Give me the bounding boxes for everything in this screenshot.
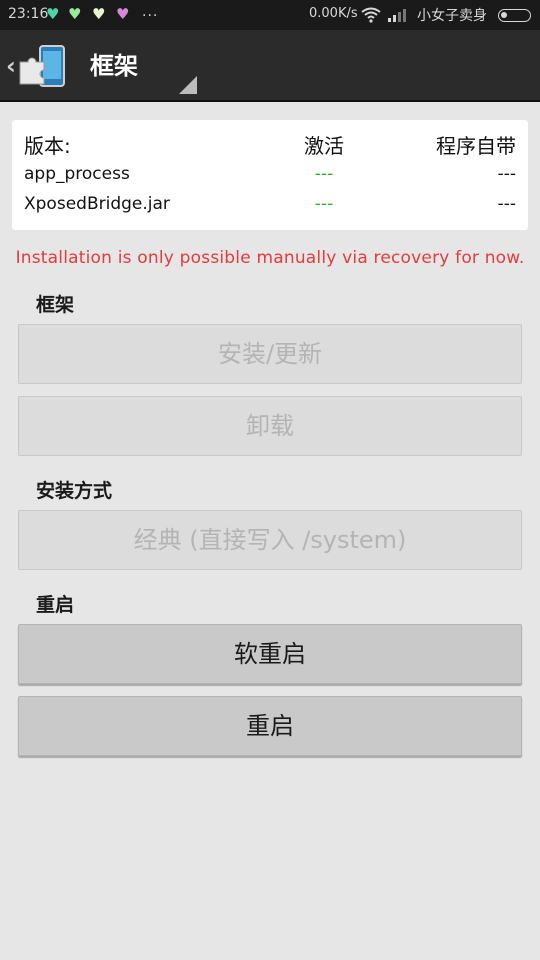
version-card: 版本: 激活 程序自带 app_process --- --- XposedBr… [12,120,528,230]
heart-icon: ♥ [92,5,106,23]
header-version: 版本: [24,134,71,158]
section-reboot-label: 重启 [36,594,75,616]
active-version: --- [314,164,334,184]
dropdown-indicator-icon[interactable] [179,76,197,94]
section-framework-label: 框架 [36,294,75,316]
battery-icon [498,9,531,22]
active-version: --- [314,194,334,214]
xposed-app-icon [18,44,68,88]
page-title: 框架 [90,52,138,80]
more-notifications: ... [142,4,159,20]
back-arrow-icon: ‹ [6,52,16,80]
heart-icon: ♥ [68,5,82,23]
header-active: 激活 [304,134,344,158]
table-row: XposedBridge.jar --- --- [24,194,516,222]
home-up-button[interactable]: ‹ [0,30,76,102]
header-bundled: 程序自带 [436,134,516,158]
status-bar: 23:16 ♥ ♥ ♥ ♥ ... 0.00K/s 小女子卖身 [0,0,540,30]
reboot-button[interactable]: 重启 [18,696,522,756]
uninstall-button[interactable]: 卸载 [18,396,522,456]
signal-icon [388,8,408,26]
component-name: app_process [24,164,130,184]
component-name: XposedBridge.jar [24,194,170,214]
carrier-label: 小女子卖身 [417,8,487,24]
clock: 23:16 [8,6,49,22]
heart-icon: ♥ [116,5,130,23]
table-header-row: 版本: 激活 程序自带 [24,130,516,158]
section-install-method-label: 安装方式 [36,480,113,502]
net-speed: 0.00K/s [309,6,358,21]
install-warning: Installation is only possible manually v… [15,248,525,268]
bundled-version: --- [497,164,516,184]
table-row: app_process --- --- [24,164,516,192]
install-update-button[interactable]: 安装/更新 [18,324,522,384]
action-bar: ‹ 框架 [0,30,540,102]
soft-reboot-button[interactable]: 软重启 [18,624,522,684]
install-method-spinner[interactable]: 经典 (直接写入 /system) [18,510,522,570]
wifi-icon [361,7,381,27]
heart-icon: ♥ [46,5,60,23]
bundled-version: --- [497,194,516,214]
